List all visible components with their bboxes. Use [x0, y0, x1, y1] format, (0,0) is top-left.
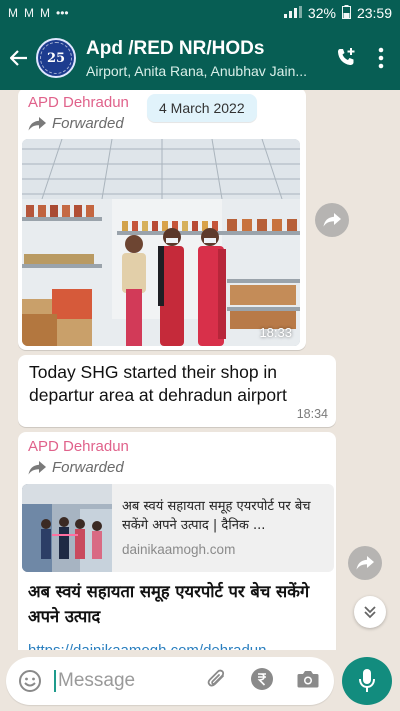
message-body: अब स्वयं सहायता समूह एयरपोर्ट पर बेच सके… — [28, 582, 310, 626]
notification-icons: M M M ••• — [8, 6, 69, 20]
avatar-text: 25 — [46, 50, 66, 66]
attach-icon[interactable] — [206, 668, 228, 695]
sender-name: APD Dehradun — [28, 438, 129, 455]
message-timestamp: 18:34 — [296, 407, 328, 421]
voice-message-button[interactable] — [342, 657, 392, 705]
payment-rupee-icon[interactable] — [250, 667, 274, 696]
add-call-icon[interactable] — [334, 46, 358, 70]
link-preview[interactable]: अब स्वयं सहायता समूह एयरपोर्ट पर बेच सके… — [22, 484, 334, 572]
chat-header: 25 Apd /RED NR/HODs Airport, Anita Rana,… — [0, 26, 400, 90]
share-button[interactable] — [348, 546, 382, 580]
battery-icon — [341, 4, 351, 22]
link-domain: dainikaamogh.com — [122, 541, 236, 557]
group-avatar[interactable]: 25 — [36, 38, 76, 78]
shop-photo-image — [22, 139, 300, 346]
more-dots-icon: ••• — [56, 6, 69, 20]
group-info[interactable]: Apd /RED NR/HODs Airport, Anita Rana, An… — [86, 38, 334, 79]
gmail-icon: M — [24, 6, 34, 20]
microphone-icon — [359, 669, 375, 692]
forward-arrow-icon — [28, 460, 46, 474]
link-thumbnail — [22, 484, 112, 572]
group-title: Apd /RED NR/HODs — [86, 37, 265, 59]
share-button[interactable] — [315, 203, 349, 237]
camera-icon[interactable] — [296, 668, 320, 695]
gmail-icon: M — [40, 6, 50, 20]
photo-timestamp: 18:33 — [259, 325, 292, 340]
gmail-icon: M — [8, 6, 18, 20]
link-title: अब स्वयं सहायता समूह एयरपोर्ट पर बेच सके… — [122, 499, 311, 533]
forward-arrow-icon — [28, 116, 46, 130]
message-text: Today SHG started their shop in departur… — [29, 362, 287, 405]
message-composer — [6, 657, 334, 705]
battery-percent: 32% — [307, 5, 336, 21]
shop-photo[interactable]: 18:33 — [22, 139, 300, 346]
chat-area[interactable]: APD Dehradun Forwarded 4 March 2022 18:3… — [0, 90, 400, 650]
back-arrow-icon[interactable] — [2, 26, 36, 90]
emoji-icon[interactable] — [6, 669, 54, 693]
message-link[interactable]: https://dainikaamogh.com/dehradun — [28, 642, 318, 650]
date-chip: 4 March 2022 — [147, 94, 257, 122]
signal-icon — [283, 5, 302, 21]
clock: 23:59 — [356, 5, 392, 21]
message-bubble-text[interactable]: Today SHG started their shop in departur… — [18, 355, 336, 427]
group-members: Airport, Anita Rana, Anubhav Jain... — [86, 62, 308, 79]
status-bar: M M M ••• 32% 23:59 — [0, 0, 400, 26]
forwarded-label: Forwarded — [28, 459, 326, 476]
message-input[interactable] — [54, 670, 194, 692]
scroll-down-button[interactable] — [354, 596, 386, 628]
overflow-menu-icon[interactable] — [378, 47, 384, 69]
